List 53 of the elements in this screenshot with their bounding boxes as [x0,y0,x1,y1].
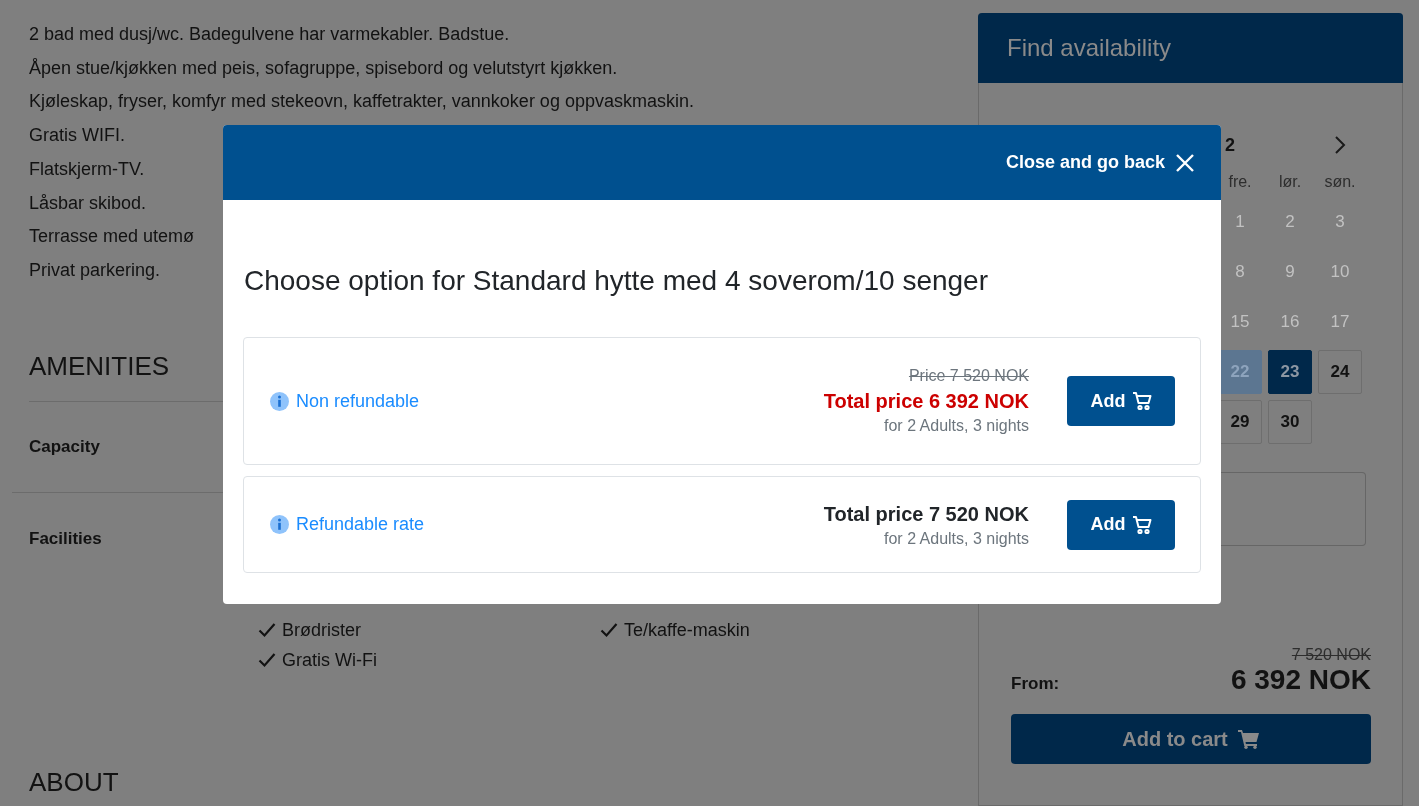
calendar-day: 3 [1318,200,1362,244]
stay-details: for 2 Adults, 3 nights [884,528,1029,549]
cart-icon [1131,391,1152,411]
check-icon [258,621,276,638]
close-button[interactable]: Close and go back [1005,152,1195,173]
add-to-cart-button[interactable]: Add to cart [1011,714,1371,764]
description-line: Gratis WIFI. [29,124,125,148]
section-heading: ABOUT [29,765,120,799]
calendar-day: 17 [1318,300,1362,344]
description-line: Flatskjerm-TV. [29,157,145,181]
calendar-day: 2 [1268,200,1312,244]
facility-item: Gratis Wi-Fi [282,648,377,672]
info-icon [270,515,289,534]
add-button[interactable]: Add [1067,376,1175,426]
add-button[interactable]: Add [1067,499,1175,550]
calendar-day[interactable]: 30 [1268,400,1312,444]
weekday-label: fre. [1228,173,1252,191]
cart-icon [1237,729,1260,749]
description-line: Terrasse med utemø [29,225,195,249]
calendar-day: 10 [1318,250,1362,294]
month-label: 2 [1225,134,1235,156]
amenity-label: Facilities [28,527,103,550]
total-price: Total price 7 520 NOK [823,501,1029,527]
facility-item: Brødrister [282,618,361,642]
weekday-label: søn. [1324,173,1356,191]
facility-item: Te/kaffe-maskin [624,618,750,642]
chevron-right-icon [1334,135,1346,155]
description-line: Låsbar skibod. [29,191,147,215]
calendar-day: 16 [1268,300,1312,344]
info-icon [270,391,289,411]
rate-link[interactable]: Refundable rate [296,514,425,535]
calendar-day: 1 [1218,200,1262,244]
check-icon [600,621,618,638]
original-price: 7 520 NOK [1290,646,1371,664]
amenity-label: Capacity [28,436,101,457]
calendar-day: 15 [1218,300,1262,344]
stay-details: for 2 Adults, 3 nights [884,416,1029,436]
calendar-day[interactable]: 24 [1318,350,1362,394]
cart-icon [1131,514,1152,535]
description-line: Privat parkering. [29,258,161,282]
description-line: Kjøleskap, fryser, komfyr med stekeovn, kaffetrakter, vannkoker og oppvaskmaskin. [29,90,694,114]
description-line: 2 bad med dusj/wc. Badegulvene har varmekabler. Badstue. [29,23,510,46]
card-title: Find availability [1007,34,1172,62]
price: 6 392 NOK [1230,664,1371,696]
from-label: From: [1011,674,1060,694]
modal-title: Choose option for Standard hytte med 4 soverom/10 senger [244,264,989,298]
check-icon [258,651,276,668]
calendar-day[interactable]: 23 [1268,350,1312,394]
calendar-day: 9 [1268,250,1312,294]
description-line: Åpen stue/kjøkken med peis, sofagruppe, spisebord og velutstyrt kjøkken. [29,56,618,80]
calendar-day: 8 [1218,250,1262,294]
close-icon [1175,152,1195,173]
weekday-label: lør. [1278,173,1302,191]
